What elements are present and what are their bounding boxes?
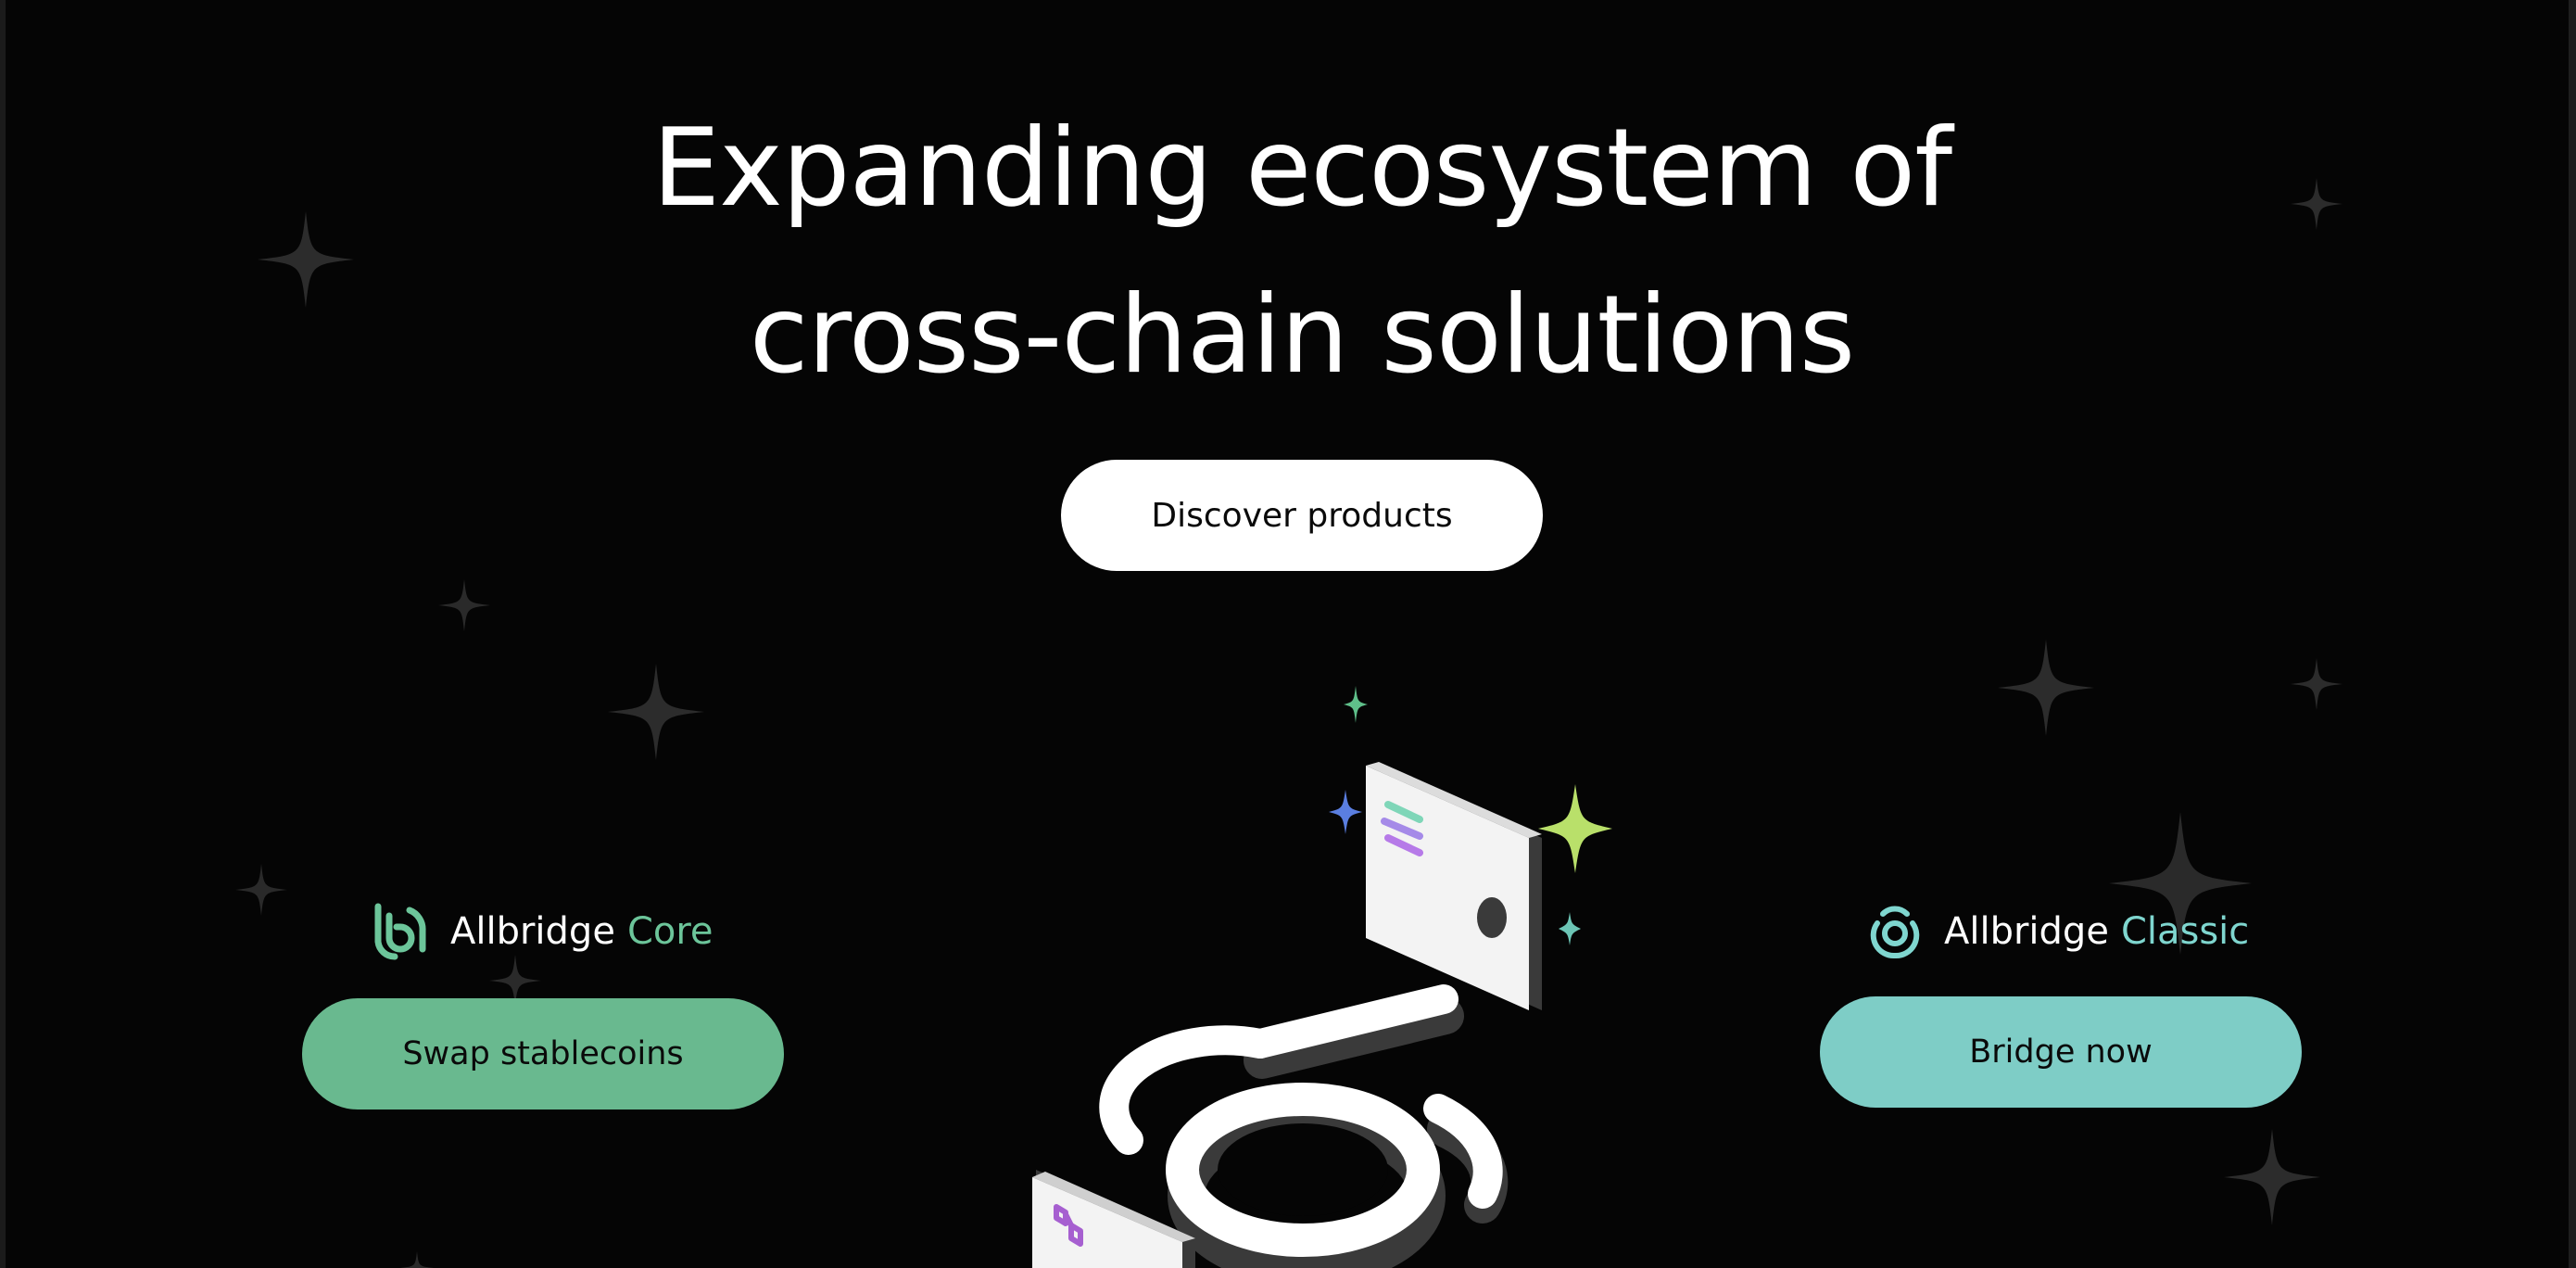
allbridge-core-logo-icon (374, 903, 426, 960)
product-variant-classic: Classic (2120, 910, 2250, 953)
hero-title-line-2: cross-chain solutions (749, 273, 1855, 398)
allbridge-classic-title[interactable]: Allbridge Classic (1866, 899, 2249, 964)
brand-name: Allbridge (1944, 910, 2109, 953)
sparkle-icon (608, 664, 704, 760)
allbridge-core-title[interactable]: Allbridge Core (369, 899, 713, 964)
product-variant-core: Core (626, 910, 713, 953)
brand-name: Allbridge (450, 910, 615, 953)
sparkle-icon (438, 579, 490, 631)
sparkle-icon (400, 1251, 434, 1268)
sparkle-icon (235, 864, 287, 916)
discover-products-button[interactable]: Discover products (1061, 460, 1543, 571)
sparkle-icon (1998, 640, 2094, 736)
sparkle-icon (1538, 784, 1612, 873)
sparkle-icon (1559, 912, 1581, 945)
bridge-now-button[interactable]: Bridge now (1820, 996, 2302, 1108)
sparkle-icon (2224, 1129, 2320, 1225)
page-background: Expanding ecosystem of cross-chain solut… (0, 0, 2576, 1268)
allbridge-classic-logo-icon (1870, 906, 1920, 959)
swap-stablecoins-button[interactable]: Swap stablecoins (302, 998, 784, 1110)
solana-card-icon (1366, 762, 1542, 1010)
hero-illustration (1032, 686, 1612, 1268)
sparkle-icon (1344, 686, 1368, 723)
sparkle-icon (2291, 658, 2342, 710)
hero-title-line-1: Expanding ecosystem of (651, 106, 1952, 231)
sparkle-icon (1329, 790, 1362, 834)
